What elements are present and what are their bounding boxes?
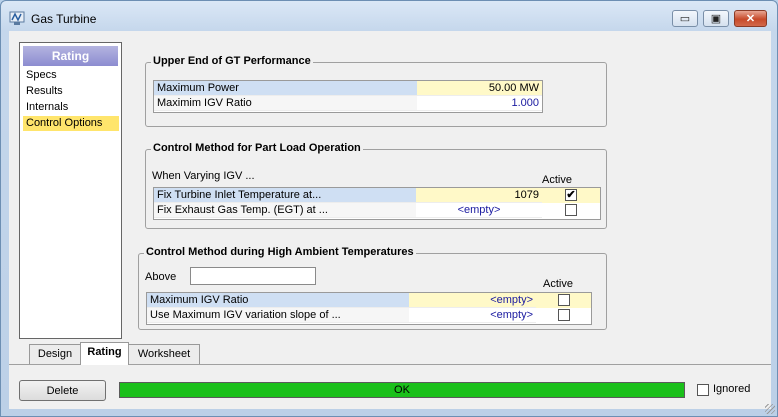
- tab-design[interactable]: Design: [29, 344, 81, 364]
- max-igv-variation-slope-value[interactable]: <empty>: [409, 308, 536, 323]
- part-load-active-header: Active: [542, 174, 572, 186]
- gas-turbine-app-icon: [9, 11, 25, 25]
- ignored-checkbox[interactable]: [697, 384, 709, 396]
- upper-end-table: Maximum Power 50.00 MW Maximim IGV Ratio…: [153, 80, 543, 113]
- high-ambient-max-igv-ratio-value[interactable]: <empty>: [409, 293, 536, 308]
- restore-button[interactable]: ▣: [703, 10, 729, 27]
- nav-item-control-options[interactable]: Control Options: [23, 116, 119, 131]
- high-ambient-max-igv-ratio-active-cell: [536, 293, 591, 308]
- max-igv-ratio-value[interactable]: 1.000: [417, 96, 542, 111]
- fix-turbine-inlet-temp-label: Fix Turbine Inlet Temperature at...: [154, 188, 416, 203]
- max-igv-ratio-label: Maximim IGV Ratio: [154, 96, 417, 111]
- tab-worksheet[interactable]: Worksheet: [128, 344, 200, 364]
- varying-igv-label: When Varying IGV ...: [152, 170, 255, 182]
- window-client: Rating Specs Results Internals Control O…: [9, 31, 771, 409]
- high-ambient-max-igv-ratio-label: Maximum IGV Ratio: [147, 293, 409, 308]
- fix-exhaust-gas-temp-active-checkbox[interactable]: [565, 204, 577, 216]
- rating-nav-panel: Rating Specs Results Internals Control O…: [19, 42, 122, 339]
- minimize-button[interactable]: ▭: [672, 10, 698, 27]
- nav-header: Rating: [23, 46, 118, 66]
- tab-rating[interactable]: Rating: [80, 342, 129, 365]
- fix-exhaust-gas-temp-label: Fix Exhaust Gas Temp. (EGT) at ...: [154, 203, 416, 218]
- above-input[interactable]: [190, 267, 316, 285]
- minimize-icon: ▭: [679, 13, 691, 25]
- fix-exhaust-gas-temp-active-cell: [542, 203, 600, 218]
- part-load-group: Control Method for Part Load Operation W…: [145, 142, 607, 229]
- ignored-label: Ignored: [713, 383, 751, 395]
- high-ambient-max-igv-ratio-active-checkbox[interactable]: [557, 294, 570, 306]
- upper-end-title: Upper End of GT Performance: [151, 55, 313, 67]
- nav-item-results[interactable]: Results: [23, 84, 119, 99]
- close-button[interactable]: ✕: [734, 10, 767, 27]
- restore-icon: ▣: [710, 13, 722, 25]
- fix-turbine-inlet-temp-active-checkbox[interactable]: ✔: [565, 189, 577, 201]
- maximum-power-value[interactable]: 50.00 MW: [417, 81, 542, 96]
- upper-end-group: Upper End of GT Performance Maximum Powe…: [145, 55, 607, 127]
- high-ambient-active-header: Active: [543, 278, 573, 290]
- close-icon: ✕: [745, 13, 756, 25]
- nav-item-specs[interactable]: Specs: [23, 68, 119, 83]
- nav-item-internals[interactable]: Internals: [23, 100, 119, 115]
- resize-grip-icon[interactable]: [765, 404, 775, 414]
- high-ambient-table: Maximum IGV Ratio <empty> Use Maximum IG…: [146, 292, 592, 325]
- maximum-power-label: Maximum Power: [154, 81, 417, 96]
- delete-button[interactable]: Delete: [19, 380, 106, 401]
- status-bar: OK: [119, 382, 685, 398]
- title-bar[interactable]: Gas Turbine ▭ ▣ ✕: [1, 1, 777, 31]
- fix-turbine-inlet-temp-active-cell: ✔: [542, 188, 600, 203]
- above-label: Above: [145, 271, 177, 283]
- part-load-table: Fix Turbine Inlet Temperature at... 1079…: [153, 187, 601, 220]
- max-igv-variation-slope-active-checkbox[interactable]: [557, 309, 570, 321]
- fix-exhaust-gas-temp-value[interactable]: <empty>: [416, 203, 542, 218]
- part-load-title: Control Method for Part Load Operation: [151, 142, 363, 154]
- max-igv-variation-slope-label: Use Maximum IGV variation slope of ...: [147, 308, 409, 323]
- fix-turbine-inlet-temp-value[interactable]: 1079: [416, 188, 542, 203]
- window-title: Gas Turbine: [31, 12, 97, 26]
- gas-turbine-window: Gas Turbine ▭ ▣ ✕ Rating Specs Results I…: [0, 0, 778, 417]
- high-ambient-title: Control Method during High Ambient Tempe…: [144, 246, 416, 258]
- high-ambient-group: Control Method during High Ambient Tempe…: [138, 246, 607, 330]
- max-igv-variation-slope-active-cell: [536, 308, 591, 323]
